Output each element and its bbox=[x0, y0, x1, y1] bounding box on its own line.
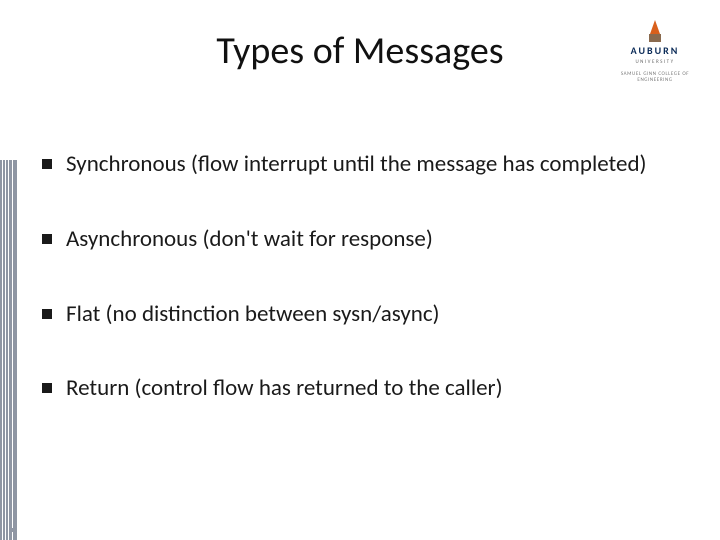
list-item: Asynchronous (don't wait for response) bbox=[42, 225, 678, 254]
logo-wordmark: AUBURN bbox=[610, 44, 700, 57]
auburn-logo: AUBURN UNIVERSITY SAMUEL GINN COLLEGE OF… bbox=[610, 10, 700, 83]
decor-dot bbox=[10, 528, 14, 532]
square-bullet-icon bbox=[42, 234, 52, 244]
logo-tower-icon bbox=[645, 10, 665, 42]
square-bullet-icon bbox=[42, 309, 52, 319]
bullet-text: Synchronous (flow interrupt until the me… bbox=[66, 150, 678, 179]
bullet-list: Synchronous (flow interrupt until the me… bbox=[42, 150, 678, 449]
square-bullet-icon bbox=[42, 159, 52, 169]
list-item: Return (control flow has returned to the… bbox=[42, 374, 678, 403]
logo-college: SAMUEL GINN COLLEGE OF ENGINEERING bbox=[610, 71, 700, 83]
bullet-text: Flat (no distinction between sysn/async) bbox=[66, 300, 678, 329]
bullet-text: Asynchronous (don't wait for response) bbox=[66, 225, 678, 254]
list-item: Flat (no distinction between sysn/async) bbox=[42, 300, 678, 329]
slide: Types of Messages AUBURN UNIVERSITY SAMU… bbox=[0, 0, 720, 540]
bullet-text: Return (control flow has returned to the… bbox=[66, 374, 678, 403]
list-item: Synchronous (flow interrupt until the me… bbox=[42, 150, 678, 179]
logo-subline: UNIVERSITY bbox=[610, 59, 700, 65]
left-decor-strip bbox=[0, 160, 18, 540]
square-bullet-icon bbox=[42, 383, 52, 393]
slide-title: Types of Messages bbox=[216, 28, 503, 74]
